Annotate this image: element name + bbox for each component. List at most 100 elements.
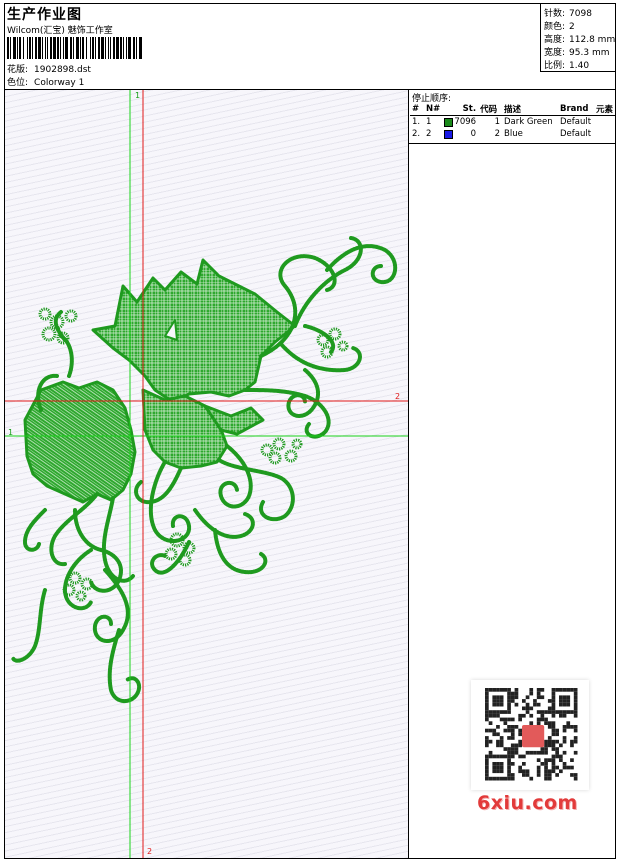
stop-needle: 1 <box>425 117 432 127</box>
stop-stitches: 7096 <box>454 117 477 127</box>
design-info-panel: 针数: 7098 颜色: 2 高度: 112.8 mm 宽度: 95.3 mm 比例: 1… <box>540 4 615 72</box>
qr-module <box>573 702 578 707</box>
qr-module <box>507 769 511 774</box>
info-colors: 颜色: 2 <box>544 19 575 32</box>
production-sheet: 生产作业图 Wilcom(汇宝) 魅饰工作室 花版: 1902898.dst 色位… <box>4 3 616 859</box>
barcode-bar <box>120 37 122 59</box>
qr-module <box>540 688 545 692</box>
qr-module <box>499 699 504 703</box>
qr-module <box>510 728 515 733</box>
qr-module <box>562 728 567 733</box>
qr-module <box>551 710 556 714</box>
qr-module <box>551 732 556 737</box>
qr-module <box>522 713 526 718</box>
qr-module <box>485 765 489 770</box>
qr-module <box>485 706 489 711</box>
qr-module <box>510 773 515 777</box>
barcode-bar <box>65 37 68 59</box>
barcode-bar <box>10 37 11 59</box>
qr-module <box>503 717 508 722</box>
qr-module <box>488 754 493 759</box>
qr-module <box>522 773 526 777</box>
barcode-bar <box>19 37 21 59</box>
qr-module <box>499 754 504 759</box>
qr-module <box>551 706 556 711</box>
qr-module <box>559 743 563 748</box>
qr-module <box>547 721 552 725</box>
qr-module <box>488 728 493 733</box>
embroidery-preview[interactable]: 1 1 2 2 <box>5 90 409 858</box>
marker-red-h-label: 2 <box>395 392 401 401</box>
qr-module <box>510 732 515 737</box>
qr-module <box>529 713 534 718</box>
stop-brand: Default <box>559 117 592 127</box>
qr-module <box>485 691 489 696</box>
qr-module <box>536 765 541 770</box>
barcode-bar <box>133 37 135 59</box>
qr-module <box>496 776 500 781</box>
qr-module <box>525 750 530 755</box>
barcode-bar <box>80 37 81 59</box>
qr-module <box>570 725 574 729</box>
qr-module <box>518 743 522 748</box>
qr-module <box>544 710 548 714</box>
qr-module <box>492 710 497 714</box>
marker-green-h-label: 1 <box>8 428 14 437</box>
qr-module <box>510 743 515 748</box>
leaf-middle <box>141 388 229 470</box>
qr-module <box>555 750 559 755</box>
qr-code <box>485 688 578 781</box>
stop-row[interactable]: 2. 2 0 2 Blue Default <box>410 128 615 140</box>
qr-module <box>573 710 578 714</box>
qr-module <box>540 713 545 718</box>
qr-module <box>551 695 556 700</box>
qr-module <box>547 699 552 703</box>
qr-module <box>547 769 552 774</box>
info-label: 颜色: <box>544 22 566 32</box>
qr-module <box>562 736 567 740</box>
qr-module <box>573 776 578 781</box>
qr-module <box>562 702 567 707</box>
col-header: St. <box>442 103 479 116</box>
qr-module <box>485 736 489 740</box>
embroidery-leaves <box>23 258 297 504</box>
qr-module <box>536 691 541 696</box>
qr-module <box>514 725 519 729</box>
qr-module <box>499 695 504 700</box>
qr-module <box>485 743 489 748</box>
barcode-bar <box>45 37 46 59</box>
color-swatch-dark-green <box>444 118 454 127</box>
qr-module <box>492 765 497 770</box>
colorway-row: 色位: Colorway 1 <box>7 75 84 88</box>
qr-center-seal <box>522 725 545 748</box>
info-value: 95.3 mm <box>569 48 610 58</box>
qr-module <box>555 710 559 714</box>
qr-module <box>488 688 493 692</box>
company-name: Wilcom(汇宝) 魅饰工作室 <box>7 26 113 36</box>
qr-module <box>536 750 541 755</box>
qr-module <box>485 717 489 722</box>
embroidery-canvas <box>5 90 408 858</box>
qr-module <box>518 713 522 718</box>
qr-module <box>536 702 541 707</box>
qr-module <box>559 713 563 718</box>
qr-module <box>559 702 563 707</box>
barcode-bar <box>105 37 106 59</box>
qr-module <box>503 776 508 781</box>
qr-module <box>551 713 556 718</box>
qr-module <box>573 736 578 740</box>
qr-module <box>485 773 489 777</box>
qr-module <box>492 769 497 774</box>
qr-module <box>562 699 567 703</box>
qr-module <box>544 765 548 770</box>
qr-module <box>559 695 563 700</box>
qr-module <box>566 765 571 770</box>
site-watermark: 6xiu.com <box>477 792 578 814</box>
qr-module <box>485 695 489 700</box>
leaf-left <box>23 380 137 504</box>
stop-index: 1. <box>412 117 421 127</box>
qr-module <box>499 688 504 692</box>
barcode-bar <box>123 37 124 59</box>
qr-module <box>507 695 511 700</box>
stop-row[interactable]: 1. 1 7096 1 Dark Green Default <box>410 116 615 129</box>
